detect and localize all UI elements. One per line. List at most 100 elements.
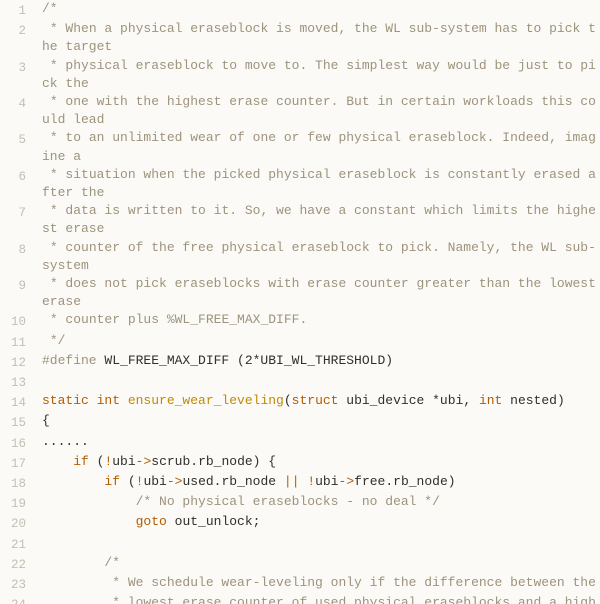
code-line: 7 * data is written to it. So, we have a…	[0, 202, 600, 238]
code-token	[42, 514, 136, 529]
line-number: 16	[0, 433, 34, 453]
line-number: 6	[0, 166, 34, 202]
code-line: 4 * one with the highest erase counter. …	[0, 93, 600, 129]
code-token: */	[42, 333, 65, 348]
code-line: 18 if (!ubi->used.rb_node || !ubi->free.…	[0, 473, 600, 493]
line-number: 4	[0, 93, 34, 129]
line-number: 2	[0, 20, 34, 56]
code-token: ubi_device	[346, 393, 432, 408]
code-line: 1 /*	[0, 0, 600, 20]
code-token	[42, 494, 136, 509]
line-number: 3	[0, 57, 34, 93]
code-token: scrub.rb_node) {	[151, 454, 276, 469]
line-content	[34, 372, 600, 392]
code-line: 19 /* No physical eraseblocks - no deal …	[0, 493, 600, 513]
code-token: goto	[136, 514, 167, 529]
line-number: 1	[0, 0, 34, 20]
line-content: * one with the highest erase counter. Bu…	[34, 93, 600, 129]
line-content: * lowest erase counter of used physical …	[34, 594, 600, 604]
code-token: * physical eraseblock to move to. The si…	[42, 58, 596, 91]
line-content: static int ensure_wear_leveling(struct u…	[34, 392, 600, 412]
code-token: /*	[104, 555, 120, 570]
code-token: /*	[42, 1, 58, 16]
code-token: used.rb_node	[182, 474, 283, 489]
line-content: if (!ubi->scrub.rb_node) {	[34, 453, 600, 473]
code-line: 6 * situation when the picked physical e…	[0, 166, 600, 202]
code-line: 14static int ensure_wear_leveling(struct…	[0, 392, 600, 412]
code-token	[42, 575, 112, 590]
line-content: #define WL_FREE_MAX_DIFF (2*UBI_WL_THRES…	[34, 352, 600, 372]
line-content: * to an unlimited wear of one or few phy…	[34, 129, 600, 165]
code-line: 22 /*	[0, 554, 600, 574]
code-token: #define	[42, 353, 97, 368]
code-line: 11 */	[0, 332, 600, 352]
code-token	[42, 555, 104, 570]
code-token: ->	[339, 474, 355, 489]
code-line: 9 * does not pick eraseblocks with erase…	[0, 275, 600, 311]
code-token: nested	[510, 393, 557, 408]
code-line: 20 goto out_unlock;	[0, 513, 600, 533]
code-line: 10 * counter plus %WL_FREE_MAX_DIFF.	[0, 311, 600, 331]
line-content: * data is written to it. So, we have a c…	[34, 202, 600, 238]
code-token: ->	[167, 474, 183, 489]
line-content: {	[34, 412, 600, 432]
code-token	[42, 595, 112, 604]
code-token: * situation when the picked physical era…	[42, 167, 596, 200]
code-token: WL_FREE_MAX_DIFF (2*UBI_WL_THRESHOLD)	[97, 353, 393, 368]
code-token: * counter of the free physical erasebloc…	[42, 240, 596, 273]
code-token: (	[89, 454, 105, 469]
line-number: 22	[0, 554, 34, 574]
code-lines-container: 1 /* 2 * When a physical eraseblock is mov…	[0, 0, 600, 604]
code-token	[42, 454, 73, 469]
line-number: 12	[0, 352, 34, 372]
line-number: 20	[0, 513, 34, 533]
code-token: /* No physical eraseblocks - no deal */	[136, 494, 440, 509]
code-token: struct	[292, 393, 347, 408]
code-line: 12#define WL_FREE_MAX_DIFF (2*UBI_WL_THR…	[0, 352, 600, 372]
code-token: int	[97, 393, 128, 408]
line-content: * situation when the picked physical era…	[34, 166, 600, 202]
line-number: 19	[0, 493, 34, 513]
code-token: (	[120, 474, 136, 489]
code-line: 23 * We schedule wear-leveling only if t…	[0, 574, 600, 594]
code-token: ||	[284, 474, 300, 489]
code-line: 16......	[0, 433, 600, 453]
code-token: {	[42, 413, 50, 428]
code-line: 8 * counter of the free physical erasebl…	[0, 239, 600, 275]
code-token: ensure_wear_leveling	[128, 393, 284, 408]
line-number: 21	[0, 534, 34, 554]
code-line: 24 * lowest erase counter of used physic…	[0, 594, 600, 604]
line-content: ......	[34, 433, 600, 453]
code-line: 3 * physical eraseblock to move to. The …	[0, 57, 600, 93]
line-number: 11	[0, 332, 34, 352]
code-token: ubi	[315, 474, 338, 489]
code-token: * to an unlimited wear of one or few phy…	[42, 130, 596, 163]
code-line: 5 * to an unlimited wear of one or few p…	[0, 129, 600, 165]
code-token: * data is written to it. So, we have a c…	[42, 203, 596, 236]
line-number: 23	[0, 574, 34, 594]
code-token: * When a physical eraseblock is moved, t…	[42, 21, 596, 54]
code-line: 2 * When a physical eraseblock is moved,…	[0, 20, 600, 56]
code-token: if	[104, 474, 120, 489]
code-token: *	[432, 393, 440, 408]
line-content: /*	[34, 0, 600, 20]
line-number: 10	[0, 311, 34, 331]
line-number: 24	[0, 594, 34, 604]
line-number: 18	[0, 473, 34, 493]
code-line: 15 {	[0, 412, 600, 432]
line-content: * counter plus %WL_FREE_MAX_DIFF.	[34, 311, 600, 331]
line-content: * counter of the free physical erasebloc…	[34, 239, 600, 275]
line-number: 15	[0, 412, 34, 432]
code-token: (	[284, 393, 292, 408]
line-number: 14	[0, 392, 34, 412]
line-content	[34, 534, 600, 554]
code-token: )	[557, 393, 565, 408]
line-number: 17	[0, 453, 34, 473]
line-number: 5	[0, 129, 34, 165]
code-line: 21	[0, 534, 600, 554]
code-token: int	[479, 393, 510, 408]
code-token: * lowest erase counter of used physical …	[112, 595, 596, 604]
code-line: 13	[0, 372, 600, 392]
code-token: ubi	[112, 454, 135, 469]
code-token: out_unlock;	[167, 514, 261, 529]
